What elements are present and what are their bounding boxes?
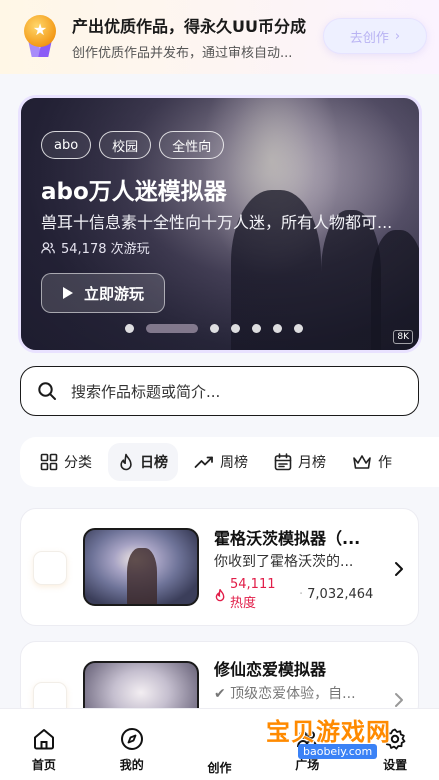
game-description: ✔ 顶级恋爱体验，自... [214,686,356,702]
users-icon [41,241,55,253]
hero-tags: abo 校园 全性向 [41,131,225,159]
search-input[interactable]: 搜索作品标题或简介... [20,366,419,416]
grid-icon [40,453,58,471]
go-create-label: 去创作 [349,30,389,46]
carousel-dot[interactable] [273,324,282,333]
game-title: 修仙恋爱模拟器 [214,660,327,679]
tag-chip[interactable]: abo [41,131,92,159]
heat-stat: 54,111 热度 [214,575,290,613]
chevron-right-icon [395,562,403,576]
tab-category[interactable]: 分类 [30,443,102,481]
medal-icon [22,15,58,59]
crown-icon [353,455,371,469]
chevron-right-icon: › [394,28,401,44]
featured-carousel[interactable]: abo 校园 全性向 abo万人迷模拟器 兽耳十信息素十全性向十万人迷，所有人物… [18,95,422,353]
rank-badge [33,551,67,585]
nav-create[interactable]: 创作 [176,709,264,780]
watermark-text: 宝贝游戏网 [266,718,391,746]
go-create-button[interactable]: 去创作 › [323,18,427,54]
carousel-dot-active[interactable] [146,324,198,333]
chevron-right-icon [395,693,403,707]
play-now-button[interactable]: 立即游玩 [41,273,165,313]
game-description: 你收到了霍格沃茨的... [214,554,354,570]
tag-chip[interactable]: 校园 [99,131,152,159]
play-icon [62,287,73,299]
promo-banner[interactable]: 产出优质作品，得永久UU币分成 创作优质作品并发布，通过审核自动... 去创作 … [0,0,439,74]
carousel-dot[interactable] [210,324,219,333]
tab-monthly[interactable]: 月榜 [264,443,336,481]
nav-home[interactable]: 首页 [0,709,88,780]
site-watermark: 宝贝游戏网 baobeiy.com [262,712,412,764]
nav-mine[interactable]: 我的 [88,709,176,780]
compass-icon [120,728,143,750]
flame-icon [215,589,225,602]
home-icon [33,729,54,750]
search-placeholder: 搜索作品标题或简介... [71,382,221,401]
resolution-badge: 8K [393,330,413,344]
ranking-tabs: 分类 日榜 周榜 月榜 作 [20,437,439,487]
calendar-icon [274,453,292,471]
tab-weekly[interactable]: 周榜 [184,443,258,481]
hero-description: 兽耳十信息素十全性向十万人迷，所有人物都可... [41,213,393,232]
hero-title: abo万人迷模拟器 [41,179,227,205]
tab-works[interactable]: 作 [342,443,402,481]
carousel-dot[interactable] [252,324,261,333]
play-count: · 7,032,464 [299,587,374,602]
tag-chip[interactable]: 全性向 [159,131,225,159]
hero-play-count: 54,178 次游玩 [41,238,150,257]
watermark-url: baobeiy.com [298,744,378,759]
flame-icon [120,453,132,471]
game-title: 霍格沃茨模拟器（... [214,529,361,548]
game-card[interactable]: 霍格沃茨模拟器（... 你收到了霍格沃茨的... 54,111 热度 · 7,03… [20,508,419,626]
game-thumbnail [83,528,199,606]
carousel-dot[interactable] [294,324,303,333]
carousel-dot[interactable] [231,324,240,333]
search-icon [38,382,56,400]
carousel-indicators [125,324,303,333]
trend-icon [194,456,213,468]
tab-daily[interactable]: 日榜 [108,443,178,481]
carousel-dot[interactable] [125,324,134,333]
